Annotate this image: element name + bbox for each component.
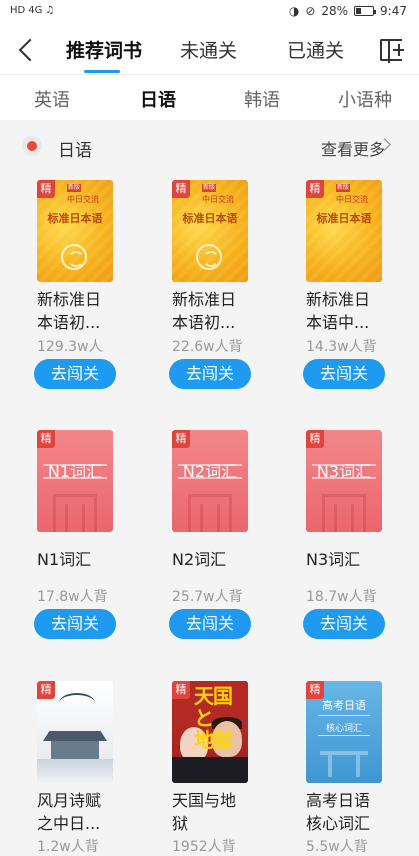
torii-gate-art: [320, 751, 368, 777]
status-right: ◑ ⊘ 28% 9:47: [289, 4, 407, 18]
start-challenge-button[interactable]: 去闯关: [169, 609, 251, 639]
cover-title-line1: 天国と: [194, 684, 233, 730]
cover-title: N2词汇: [182, 462, 238, 481]
book-cover[interactable]: 精 新版 中日交流 标准日本语: [37, 180, 113, 282]
lang-tab-korean[interactable]: 韩语: [244, 86, 280, 112]
featured-badge: 精: [37, 180, 55, 198]
cover-title: 标准日本语: [47, 212, 103, 225]
cover-title-line2: 地獄: [194, 728, 233, 752]
book-title-line1: 新标准日: [172, 290, 237, 309]
book-title-line2: 之中日...: [37, 814, 101, 833]
learner-count: 25.7w人背: [172, 589, 243, 605]
cover-title-line2: 核心词汇: [325, 724, 362, 734]
cover-title: N1词汇: [47, 462, 103, 481]
book-title-line1: 新标准日: [306, 290, 371, 309]
tab-passed[interactable]: 已通关: [287, 36, 344, 63]
active-tab-indicator: [84, 70, 120, 73]
book-cover[interactable]: 精 天国と 地獄: [172, 681, 248, 783]
learner-count: 17.8w人背: [37, 589, 108, 605]
cover-edition-mark: 新版: [67, 184, 81, 192]
see-more-link[interactable]: 查看更多: [321, 136, 385, 160]
language-tabs: 英语 日语 韩语 小语种: [0, 74, 419, 120]
exit-icon[interactable]: [379, 38, 405, 64]
start-challenge-button[interactable]: 去闯关: [303, 609, 385, 639]
learner-count: 5.5w人背: [306, 839, 368, 855]
cover-title: N3词汇: [316, 462, 372, 481]
lang-tab-english[interactable]: 英语: [34, 86, 70, 112]
section-dot-icon: [22, 136, 42, 156]
book-title-line2: 本语初...: [37, 313, 101, 332]
cover-title-line1: 高考日语: [322, 699, 366, 712]
cover-edition-mark: 新版: [336, 184, 350, 192]
learner-count: 1952人背: [172, 839, 236, 855]
start-challenge-button[interactable]: 去闯关: [34, 609, 116, 639]
book-cover[interactable]: 精 新版 中日交流 标准日本语: [306, 180, 382, 282]
status-left: HD 4G ♫: [10, 5, 54, 16]
book-title-line1: N2词汇: [172, 550, 227, 569]
start-challenge-button[interactable]: 去闯关: [34, 359, 116, 389]
learner-count: 129.3w人: [37, 339, 103, 355]
featured-badge: 精: [172, 430, 190, 448]
book-title-line2: 狱: [172, 814, 189, 833]
book-title-line2: 核心词汇: [306, 814, 371, 833]
headset-icon: ◑: [288, 4, 300, 18]
featured-badge: 精: [37, 681, 55, 699]
battery-percent: 28%: [321, 4, 349, 18]
learner-count: 14.3w人背: [306, 339, 377, 355]
status-bar: HD 4G ♫ ◑ ⊘ 28% 9:47: [0, 0, 419, 24]
music-icon: ♫: [45, 5, 55, 16]
battery-icon: [354, 6, 377, 16]
book-cover[interactable]: 精 高考日语 核心词汇: [306, 681, 382, 783]
network-label: 4G: [28, 5, 43, 16]
cover-edition-mark: 新版: [202, 184, 216, 192]
lang-tab-minor-languages[interactable]: 小语种: [338, 86, 392, 112]
featured-badge: 精: [306, 681, 324, 699]
book-cover[interactable]: 精: [37, 681, 113, 783]
cover-title: 标准日本语: [316, 212, 372, 225]
signal-label: HD: [10, 5, 26, 16]
learner-count: 18.7w人背: [306, 589, 377, 605]
book-title-line1: 风月诗赋: [37, 791, 102, 810]
book-cover[interactable]: 精 N2词汇: [172, 430, 248, 532]
cover-emblem: [61, 244, 87, 270]
section-title: 日语: [58, 141, 92, 161]
learner-count: 22.6w人背: [172, 339, 243, 355]
cover-title: 标准日本语: [182, 212, 238, 225]
clock: 9:47: [380, 4, 407, 18]
book-cover[interactable]: 精 N1词汇: [37, 430, 113, 532]
featured-badge: 精: [172, 681, 190, 699]
lang-tab-japanese[interactable]: 日语: [140, 86, 176, 112]
top-nav: 推荐词书 未通关 已通关: [0, 24, 419, 74]
featured-badge: 精: [37, 430, 55, 448]
cover-publisher: 中日交流: [336, 195, 368, 204]
mute-icon: ⊘: [305, 4, 316, 18]
cover-publisher: 中日交流: [67, 195, 99, 204]
featured-badge: 精: [306, 180, 324, 198]
cover-branch-art: [59, 693, 95, 713]
book-cover[interactable]: 精 新版 中日交流 标准日本语: [172, 180, 248, 282]
cover-emblem: [196, 244, 222, 270]
section-header: 日语 查看更多: [0, 124, 419, 168]
book-title-line1: 高考日语: [306, 791, 371, 810]
book-title-line1: 新标准日: [37, 290, 102, 309]
start-challenge-button[interactable]: 去闯关: [303, 359, 385, 389]
book-title-line1: N1词汇: [37, 550, 92, 569]
featured-badge: 精: [172, 180, 190, 198]
back-arrow-icon[interactable]: [14, 36, 38, 64]
book-title-line2: 本语初...: [172, 313, 236, 332]
book-title-line1: 天国与地: [172, 791, 237, 810]
tab-recommended[interactable]: 推荐词书: [66, 36, 142, 63]
featured-badge: 精: [306, 430, 324, 448]
tab-not-passed[interactable]: 未通关: [180, 36, 237, 63]
cover-publisher: 中日交流: [202, 195, 234, 204]
book-title-line2: 本语中...: [306, 313, 370, 332]
start-challenge-button[interactable]: 去闯关: [169, 359, 251, 389]
learner-count: 1.2w人背: [37, 839, 99, 855]
book-title-line1: N3词汇: [306, 550, 361, 569]
book-cover[interactable]: 精 N3词汇: [306, 430, 382, 532]
